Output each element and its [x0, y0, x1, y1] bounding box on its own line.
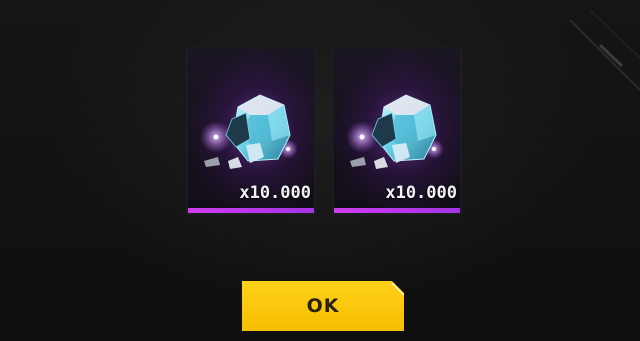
ok-button[interactable]: OK — [242, 281, 404, 331]
rarity-bar — [334, 208, 460, 213]
button-corner-accent — [392, 283, 404, 295]
rarity-bar — [188, 208, 314, 213]
reward-quantity: x10.000 — [385, 183, 457, 203]
reward-card-diamonds: x10.000 — [186, 47, 316, 215]
reward-quantity: x10.000 — [239, 183, 311, 203]
reward-card-diamonds: x10.000 — [332, 47, 462, 215]
decorative-lines — [569, 9, 640, 91]
reward-dialog: x10.000 x10.000 OK — [0, 0, 640, 341]
ok-button-label: OK — [306, 295, 340, 317]
reward-list: x10.000 x10.000 — [186, 47, 462, 215]
